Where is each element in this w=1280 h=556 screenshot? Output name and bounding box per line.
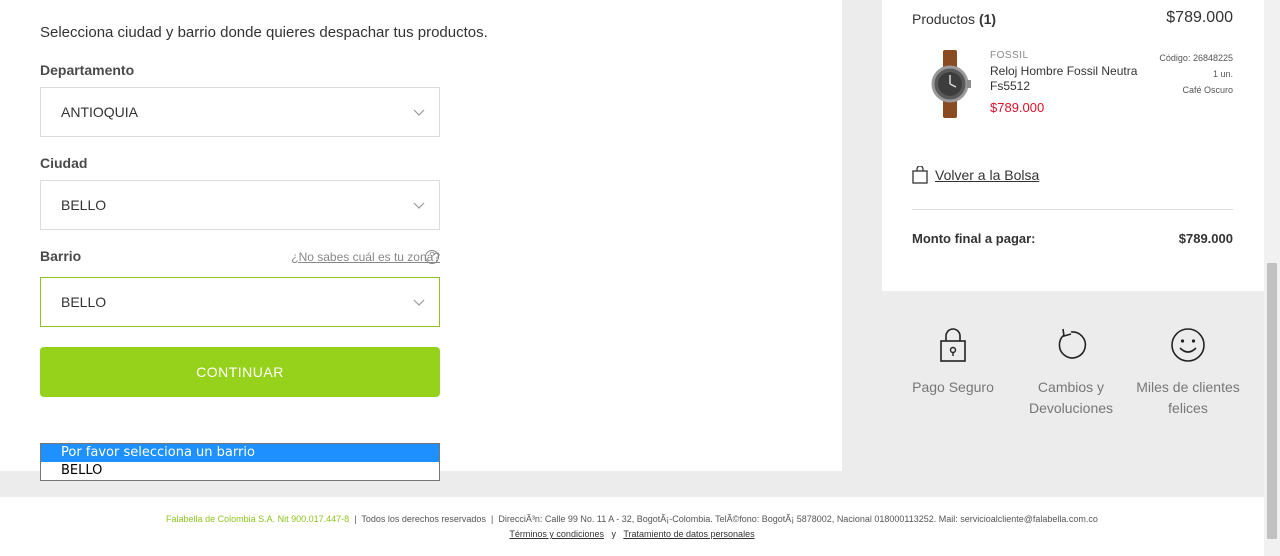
- final-amount-value: $789.000: [1178, 231, 1233, 246]
- footer-company: Falabella de Colombia S.A. Nit 900.017.4…: [166, 514, 350, 524]
- benefit-label: Miles de clientes felices: [1136, 379, 1240, 416]
- privacy-link[interactable]: Tratamiento de datos personales: [623, 529, 754, 539]
- benefit-label: Cambios y Devoluciones: [1028, 379, 1114, 416]
- shopping-bag-icon: [912, 166, 928, 184]
- footer-separator: |: [490, 514, 494, 524]
- refresh-icon: [1058, 328, 1087, 359]
- product-brand: FOSSIL: [990, 50, 1029, 61]
- products-total: $789.000: [1166, 9, 1233, 26]
- order-summary-panel: Productos (1) $789.000 FOSSIL Reloj Homb…: [882, 0, 1264, 291]
- final-amount-label: Monto final a pagar:: [912, 231, 1036, 246]
- neighborhood-dropdown-list[interactable]: Por favor selecciona un barrio BELLO: [40, 443, 440, 481]
- continue-button[interactable]: CONTINUAR: [40, 347, 440, 397]
- benefit-happy-clients: Miles de clientes felices: [1133, 327, 1243, 419]
- shipping-form-panel: Selecciona ciudad y barrio donde quieres…: [0, 0, 842, 471]
- neighborhood-value: BELLO: [61, 294, 107, 310]
- footer: Falabella de Colombia S.A. Nit 900.017.4…: [0, 497, 1264, 556]
- dropdown-option[interactable]: BELLO: [41, 462, 439, 480]
- products-heading: Productos (1): [912, 11, 996, 27]
- lock-icon: [940, 328, 966, 362]
- neighborhood-select[interactable]: BELLO: [40, 277, 440, 327]
- city-select[interactable]: BELLO: [40, 180, 440, 230]
- chevron-down-icon: [413, 202, 425, 209]
- benefit-label: Pago Seguro: [912, 379, 994, 395]
- product-code: Código: 26848225: [1159, 53, 1233, 63]
- footer-rights: Todos los derechos reservados: [361, 514, 486, 524]
- benefit-returns: Cambios y Devoluciones: [1016, 327, 1126, 419]
- city-value: BELLO: [61, 197, 107, 213]
- shipping-intro: Selecciona ciudad y barrio donde quieres…: [40, 24, 488, 41]
- footer-legal-line: Falabella de Colombia S.A. Nit 900.017.4…: [0, 514, 1264, 524]
- footer-separator: |: [354, 514, 357, 524]
- neighborhood-label: Barrio: [40, 248, 82, 264]
- scrollbar-thumb[interactable]: [1267, 263, 1277, 539]
- footer-address: DirecciÃ³n: Calle 99 No. 11 A - 32, Bogo…: [498, 514, 1098, 524]
- watch-product-image: [931, 50, 971, 118]
- product-quantity: 1 un.: [1212, 69, 1233, 79]
- product-price: $789.000: [990, 100, 1045, 115]
- summary-divider: [912, 209, 1233, 210]
- department-value: ANTIOQUIA: [61, 104, 139, 120]
- department-select[interactable]: ANTIOQUIA: [40, 87, 440, 137]
- chevron-down-icon: [413, 109, 425, 116]
- benefit-secure-payment: Pago Seguro: [898, 327, 1008, 398]
- page-scrollbar[interactable]: [1264, 0, 1280, 556]
- footer-links: Términos y condiciones y Tratamiento de …: [0, 529, 1264, 539]
- products-count: (1): [978, 11, 997, 27]
- chevron-down-icon: [413, 299, 425, 306]
- product-name: Reloj Hombre Fossil Neutra Fs5512: [990, 64, 1138, 93]
- city-label: Ciudad: [40, 155, 88, 171]
- back-to-bag-label: Volver a la Bolsa: [935, 167, 1040, 183]
- footer-conjunction: y: [611, 529, 616, 539]
- products-label: Productos: [912, 11, 976, 27]
- help-icon[interactable]: ?: [425, 250, 439, 264]
- smiley-icon: [1171, 328, 1205, 362]
- department-label: Departamento: [40, 62, 135, 78]
- zone-help-link[interactable]: ¿No sabes cuál es tu zona?: [291, 250, 440, 264]
- product-color: Café Oscuro: [1182, 85, 1233, 95]
- product-meta: Código: 26848225 1 un. Café Oscuro: [1159, 50, 1233, 98]
- terms-link[interactable]: Términos y condiciones: [509, 529, 604, 539]
- dropdown-option[interactable]: Por favor selecciona un barrio: [41, 444, 439, 462]
